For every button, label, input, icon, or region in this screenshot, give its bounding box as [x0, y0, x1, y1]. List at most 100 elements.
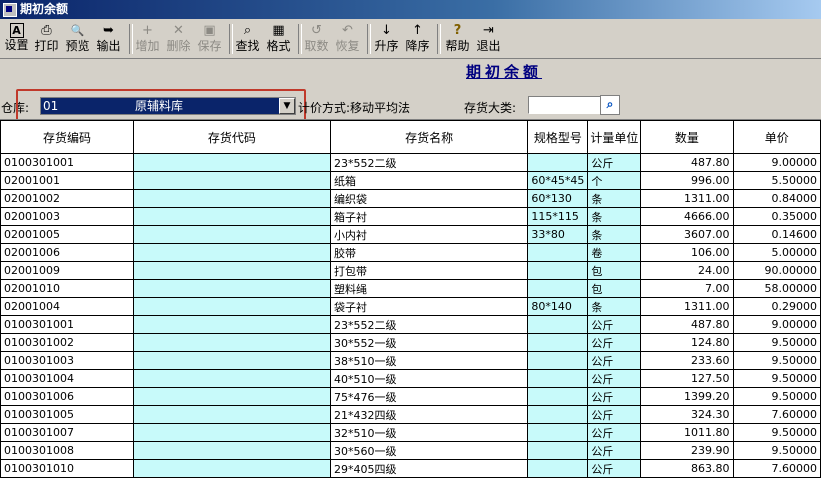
cell-item-name[interactable]: 袋子衬	[329, 297, 529, 316]
cell-item-alias[interactable]	[132, 315, 331, 334]
cell-quantity[interactable]: 124.80	[640, 333, 734, 352]
cell-item-name[interactable]: 32*510一级	[329, 423, 529, 442]
cell-item-name[interactable]: 编织袋	[329, 189, 529, 208]
cell-item-name[interactable]: 38*510一级	[329, 351, 529, 370]
cell-quantity[interactable]: 996.00	[640, 171, 734, 190]
cell-unit-price[interactable]: 5.50000	[732, 171, 821, 190]
cell-item-code[interactable]: 02001004	[0, 297, 134, 316]
cell-spec[interactable]	[527, 279, 589, 298]
cell-item-code[interactable]: 02001010	[0, 279, 134, 298]
search-icon[interactable]: ⌕	[600, 95, 620, 115]
cell-item-code[interactable]: 0100301001	[0, 315, 134, 334]
cell-quantity[interactable]: 239.90	[640, 441, 734, 460]
cell-unit-price[interactable]: 9.00000	[732, 153, 821, 172]
cell-item-name[interactable]: 箱子衬	[329, 207, 529, 226]
cell-quantity[interactable]: 1399.20	[640, 387, 734, 406]
cell-unit[interactable]: 公斤	[587, 369, 642, 388]
format-button[interactable]: ▦ 格式	[265, 22, 292, 56]
cell-item-name[interactable]: 23*552二级	[329, 153, 529, 172]
cell-spec[interactable]: 60*130	[527, 189, 589, 208]
cell-item-alias[interactable]	[132, 333, 331, 352]
cell-spec[interactable]: 80*140	[527, 297, 589, 316]
cell-unit-price[interactable]: 9.50000	[732, 423, 821, 442]
cell-unit-price[interactable]: 0.14600	[732, 225, 821, 244]
cell-unit[interactable]: 条	[587, 297, 642, 316]
cell-unit[interactable]: 包	[587, 279, 642, 298]
table-row[interactable]: 0100301001 23*552二级 公斤 487.80 9.00000	[0, 315, 821, 334]
exit-button[interactable]: ⇥ 退出	[475, 22, 502, 56]
cell-unit[interactable]: 条	[587, 207, 642, 226]
cell-item-code[interactable]: 0100301006	[0, 387, 134, 406]
cell-spec[interactable]	[527, 351, 589, 370]
cell-unit-price[interactable]: 9.50000	[732, 369, 821, 388]
table-row[interactable]: 0100301001 23*552二级 公斤 487.80 9.00000	[0, 153, 821, 172]
cell-item-name[interactable]: 纸箱	[329, 171, 529, 190]
cell-spec[interactable]	[527, 441, 589, 460]
cell-item-code[interactable]: 02001003	[0, 207, 134, 226]
cell-item-code[interactable]: 0100301005	[0, 405, 134, 424]
find-button[interactable]: ⌕ 查找	[234, 22, 261, 56]
column-header-unit-price[interactable]: 单价	[732, 120, 821, 154]
column-header-item-code[interactable]: 存货编码	[0, 120, 134, 154]
cell-unit-price[interactable]: 9.50000	[732, 333, 821, 352]
table-row[interactable]: 0100301005 21*432四级 公斤 324.30 7.60000	[0, 405, 821, 424]
help-button[interactable]: ? 帮助	[444, 22, 471, 56]
cell-item-name[interactable]: 塑料绳	[329, 279, 529, 298]
cell-item-name[interactable]: 40*510一级	[329, 369, 529, 388]
sort-descending-button[interactable]: ↑ 降序	[404, 22, 431, 56]
cell-item-name[interactable]: 75*476一级	[329, 387, 529, 406]
table-row[interactable]: 0100301004 40*510一级 公斤 127.50 9.50000	[0, 369, 821, 388]
cell-unit[interactable]: 个	[587, 171, 642, 190]
cell-unit[interactable]: 公斤	[587, 405, 642, 424]
cell-unit[interactable]: 公斤	[587, 423, 642, 442]
cell-spec[interactable]	[527, 387, 589, 406]
cell-quantity[interactable]: 7.00	[640, 279, 734, 298]
cell-item-code[interactable]: 02001009	[0, 261, 134, 280]
cell-item-alias[interactable]	[132, 279, 331, 298]
cell-item-code[interactable]: 02001005	[0, 225, 134, 244]
table-row[interactable]: 0100301010 29*405四级 公斤 863.80 7.60000	[0, 459, 821, 478]
cell-item-alias[interactable]	[132, 243, 331, 262]
cell-item-alias[interactable]	[132, 387, 331, 406]
cell-item-alias[interactable]	[132, 225, 331, 244]
delete-button[interactable]: ✕ 删除	[165, 22, 192, 56]
cell-item-alias[interactable]	[132, 459, 331, 478]
cell-item-alias[interactable]	[132, 207, 331, 226]
table-row[interactable]: 0100301002 30*552一级 公斤 124.80 9.50000	[0, 333, 821, 352]
cell-item-code[interactable]: 02001006	[0, 243, 134, 262]
cell-unit-price[interactable]: 7.60000	[732, 405, 821, 424]
table-row[interactable]: 02001002 编织袋 60*130 条 1311.00 0.84000	[0, 189, 821, 208]
cell-unit[interactable]: 公斤	[587, 387, 642, 406]
cell-quantity[interactable]: 24.00	[640, 261, 734, 280]
cell-item-alias[interactable]	[132, 369, 331, 388]
column-header-quantity[interactable]: 数量	[640, 120, 734, 154]
cell-item-code[interactable]: 0100301001	[0, 153, 134, 172]
table-row[interactable]: 02001001 纸箱 60*45*45 个 996.00 5.50000	[0, 171, 821, 190]
cell-item-code[interactable]: 02001001	[0, 171, 134, 190]
cell-unit[interactable]: 公斤	[587, 441, 642, 460]
column-header-item-name[interactable]: 存货名称	[329, 120, 529, 154]
save-button[interactable]: ▣ 保存	[196, 22, 223, 56]
cell-spec[interactable]	[527, 315, 589, 334]
cell-spec[interactable]	[527, 369, 589, 388]
cell-item-name[interactable]: 23*552二级	[329, 315, 529, 334]
fetch-button[interactable]: ↺ 取数	[303, 22, 330, 56]
restore-button[interactable]: ↶ 恢复	[334, 22, 361, 56]
cell-unit[interactable]: 公斤	[587, 153, 642, 172]
cell-spec[interactable]: 60*45*45	[527, 171, 589, 190]
column-header-item-alias[interactable]: 存货代码	[132, 120, 331, 154]
cell-quantity[interactable]: 1311.00	[640, 189, 734, 208]
cell-item-code[interactable]: 02001002	[0, 189, 134, 208]
cell-quantity[interactable]: 487.80	[640, 153, 734, 172]
settings-button[interactable]: A 设置	[3, 22, 30, 56]
cell-unit[interactable]: 卷	[587, 243, 642, 262]
cell-item-code[interactable]: 0100301004	[0, 369, 134, 388]
cell-unit-price[interactable]: 9.00000	[732, 315, 821, 334]
cell-quantity[interactable]: 1311.00	[640, 297, 734, 316]
cell-quantity[interactable]: 233.60	[640, 351, 734, 370]
cell-quantity[interactable]: 324.30	[640, 405, 734, 424]
cell-spec[interactable]	[527, 459, 589, 478]
cell-quantity[interactable]: 127.50	[640, 369, 734, 388]
table-row[interactable]: 0100301007 32*510一级 公斤 1011.80 9.50000	[0, 423, 821, 442]
add-button[interactable]: + 增加	[134, 22, 161, 56]
